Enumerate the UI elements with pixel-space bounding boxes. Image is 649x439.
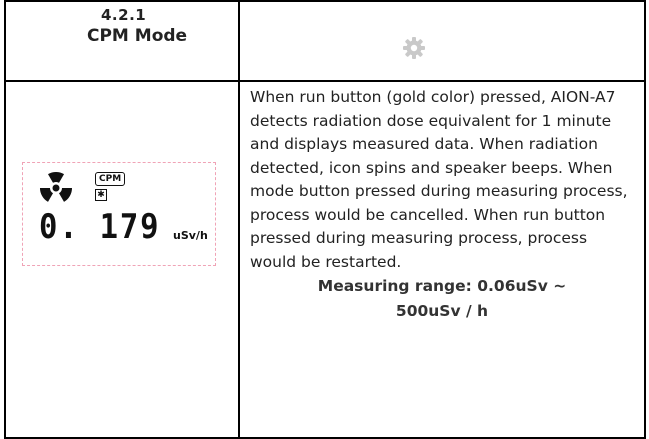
lcd-unit: uSv/h: [173, 229, 208, 242]
section-heading-cell: 4.2.1 CPM Mode: [4, 0, 240, 82]
icon-cell: [238, 0, 646, 82]
header-row: 4.2.1 CPM Mode: [4, 0, 646, 82]
speaker-icon: ✱: [95, 189, 107, 201]
section-title: CPM Mode: [87, 26, 188, 46]
lcd-value: 0. 179: [39, 207, 161, 247]
cpm-badge: CPM: [95, 172, 126, 186]
mode-table: 4.2.1 CPM Mode CPM ✱ 0. 179 uSv/h When r…: [4, 0, 646, 439]
radiation-icon: [39, 171, 73, 202]
description-cell: When run button (gold color) pressed, AI…: [238, 80, 646, 439]
content-row: CPM ✱ 0. 179 uSv/h When run button (gold…: [4, 80, 646, 439]
measuring-range-line2: 500uSv / h: [395, 302, 489, 320]
measuring-range-line1: Measuring range: 0.06uSv ~: [317, 277, 567, 295]
lcd-display: CPM ✱ 0. 179 uSv/h: [22, 162, 216, 266]
description-text: When run button (gold color) pressed, AI…: [250, 88, 628, 271]
measuring-range: Measuring range: 0.06uSv ~ 500uSv / h: [240, 274, 644, 324]
gear-icon: [403, 37, 425, 59]
lcd-cell: CPM ✱ 0. 179 uSv/h: [4, 80, 240, 439]
section-number: 4.2.1: [101, 6, 147, 24]
